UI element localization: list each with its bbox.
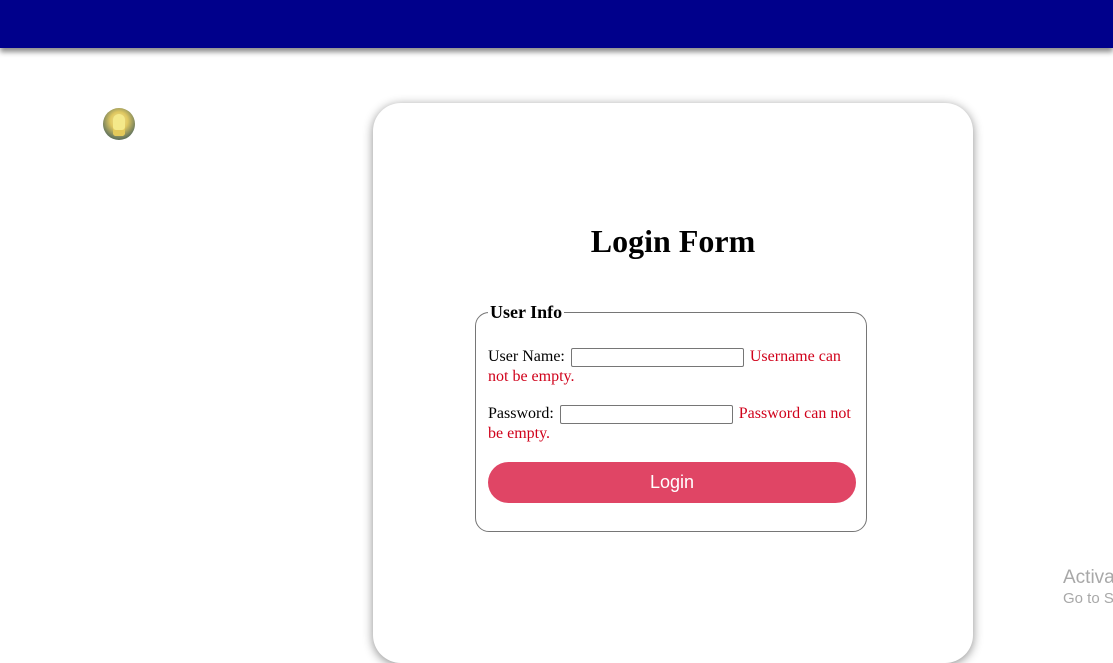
password-row: Password: Password can not be empty. [488, 404, 858, 444]
avatar-figure [113, 114, 125, 136]
username-label: User Name: [488, 348, 565, 365]
user-info-fieldset: User Info User Name: Username can not be… [475, 302, 867, 532]
login-button[interactable]: Login [488, 462, 856, 503]
watermark-line1: Activa [1063, 567, 1113, 588]
watermark-line2: Go to S [1063, 590, 1113, 607]
username-row: User Name: Username can not be empty. [488, 347, 858, 387]
username-input[interactable] [570, 347, 744, 367]
activate-windows-watermark: Activa Go to S [1063, 566, 1113, 608]
login-form-title: Login Form [590, 223, 756, 259]
password-label: Password: [488, 405, 554, 422]
user-avatar-icon[interactable] [103, 108, 135, 140]
password-input[interactable] [559, 404, 733, 424]
login-card: Login Form User Info User Name: Username… [373, 103, 973, 663]
user-info-legend: User Info [488, 302, 565, 322]
top-navbar [0, 0, 1113, 48]
